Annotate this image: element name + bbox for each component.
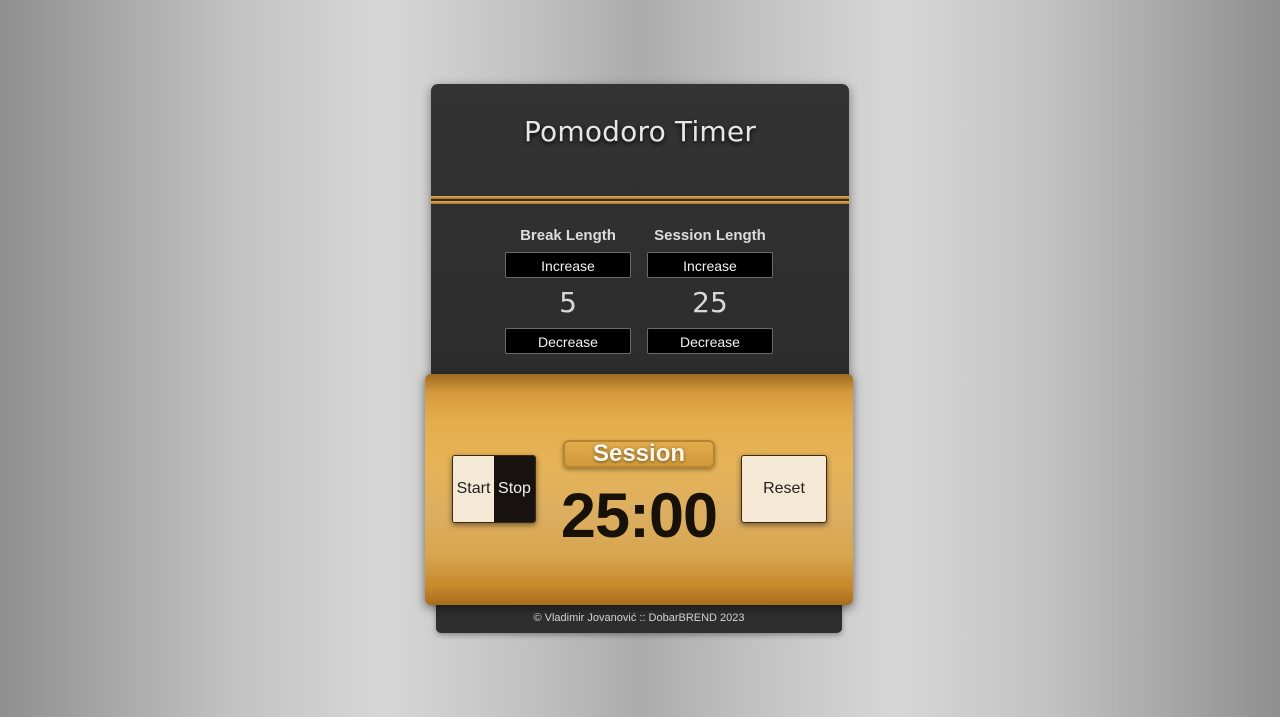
gold-divider-line-top <box>431 196 849 199</box>
pomodoro-card: Pomodoro Timer Break Length Increase 5 D… <box>431 84 849 384</box>
timer-mode-label: Session <box>563 440 715 468</box>
timer-panel: Start Stop Session 25:00 Reset <box>425 374 853 605</box>
stop-button[interactable]: Stop <box>494 456 535 522</box>
session-decrease-button[interactable]: Decrease <box>647 328 773 354</box>
reset-button[interactable]: Reset <box>741 455 827 523</box>
break-decrease-button[interactable]: Decrease <box>505 328 631 354</box>
start-stop-toggle[interactable]: Start Stop <box>452 455 536 523</box>
footer-copyright: © Vladimir Jovanović :: DobarBREND 2023 <box>533 612 745 624</box>
break-length-value: 5 <box>559 286 577 319</box>
session-increase-button[interactable]: Increase <box>647 252 773 278</box>
break-increase-button[interactable]: Increase <box>505 252 631 278</box>
time-left-display: 25:00 <box>560 481 718 551</box>
start-button[interactable]: Start <box>453 456 494 522</box>
page-title: Pomodoro Timer <box>523 115 757 148</box>
session-length-label: Session Length <box>654 227 766 244</box>
gold-divider <box>431 196 849 206</box>
break-length-label: Break Length <box>520 227 616 244</box>
break-length-control: Break Length Increase 5 Decrease <box>505 226 631 354</box>
session-length-value: 25 <box>692 286 728 319</box>
gold-divider-line-bottom <box>431 201 849 204</box>
session-length-control: Session Length Increase 25 Decrease <box>647 226 773 354</box>
